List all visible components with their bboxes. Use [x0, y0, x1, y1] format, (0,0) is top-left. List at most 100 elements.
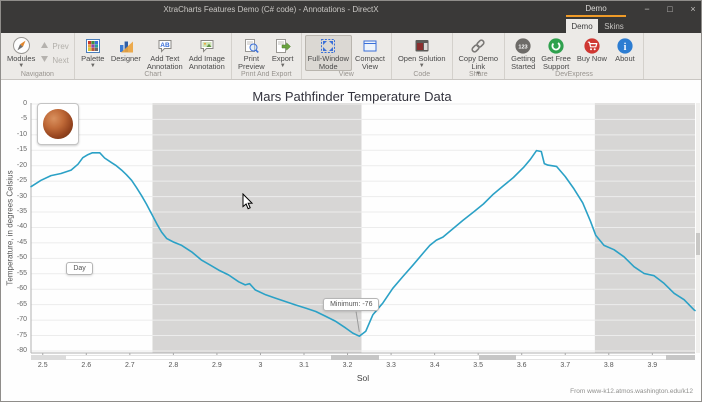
x-tick-label: 3	[259, 362, 263, 369]
y-tick-label: -15	[3, 146, 27, 153]
ribbon-caption: Demo	[566, 4, 626, 13]
window-controls: − □ ×	[640, 3, 700, 16]
x-tick-label: 2.8	[169, 362, 179, 369]
compact-view-icon	[361, 36, 379, 55]
open-solution-label: Open Solution	[398, 55, 446, 63]
x-tick-label: 2.9	[212, 362, 222, 369]
h-scrollbar-thumb[interactable]	[666, 355, 695, 360]
full-window-mode-icon	[319, 36, 337, 55]
palette-label: Palette	[81, 55, 104, 63]
x-tick-label: 3.3	[386, 362, 396, 369]
about-label: About	[615, 55, 635, 63]
mars-planet-image	[43, 109, 73, 139]
x-tick-label: 2.5	[38, 362, 48, 369]
ribbon-toolbar: Modules▼PrevNextNavigationPalette▼Design…	[1, 33, 702, 80]
x-tick-label: 3.9	[647, 362, 657, 369]
svg-text:123: 123	[519, 44, 528, 50]
buy-now-label: Buy Now	[577, 55, 607, 63]
x-tick-label: 3.7	[560, 362, 570, 369]
x-axis-title: Sol	[31, 373, 695, 383]
y-tick-label: 0	[3, 100, 27, 107]
full-window-mode-button[interactable]: Full-Window Mode	[305, 35, 352, 71]
next-button[interactable]: Next	[38, 55, 70, 65]
prev-label: Prev	[52, 42, 68, 51]
ribbon-group-label: Code	[392, 71, 452, 78]
ribbon-group-label: View	[302, 71, 391, 78]
ribbon-group-devexpress: 123Getting StartedGet Free Support Buy No…	[505, 33, 644, 79]
next-label: Next	[52, 56, 68, 65]
h-scrollbar-thumb[interactable]	[331, 355, 379, 360]
y-tick-label: -80	[3, 347, 27, 354]
ribbon-group-label: DevExpress	[505, 71, 643, 78]
add-text-annotation-icon: AB	[156, 36, 174, 55]
modules-icon	[12, 36, 31, 55]
y-tick-label: -20	[3, 162, 27, 169]
x-tick-label: 3.2	[343, 362, 353, 369]
nav-prev-next-stack: Prev Next	[38, 35, 70, 65]
y-tick-label: -70	[3, 316, 27, 323]
palette-button[interactable]: Palette▼	[78, 35, 108, 69]
copy-demo-link-icon	[469, 36, 487, 55]
get-free-support-button[interactable]: Get Free Support	[538, 35, 574, 71]
minimize-button[interactable]: −	[640, 3, 654, 16]
add-text-annotation-label: Add Text Annotation	[147, 55, 183, 71]
ribbon-group-navigation: Modules▼ Prev Next Navigation	[1, 33, 75, 79]
maximize-button[interactable]: □	[663, 3, 677, 16]
source-note: From www-k12.atmos.washington.edu/k12	[570, 388, 693, 395]
open-solution-icon	[413, 36, 431, 55]
print-preview-icon	[242, 36, 260, 55]
day-annotation[interactable]: Day	[66, 262, 92, 275]
getting-started-button[interactable]: 123Getting Started	[508, 35, 538, 71]
chart-v-scrollbar[interactable]	[696, 103, 700, 353]
ribbon-caption-accent	[566, 15, 626, 17]
export-dropdown-arrow-icon: ▼	[280, 64, 286, 69]
get-free-support-label: Get Free Support	[541, 55, 571, 71]
add-image-annotation-icon	[198, 36, 216, 55]
palette-icon	[84, 36, 102, 55]
ribbon-group-share: Copy Demo Link▼Share	[453, 33, 506, 79]
add-text-annotation-button[interactable]: AB Add Text Annotation	[144, 35, 186, 71]
get-free-support-icon	[547, 36, 565, 55]
y-tick-label: -5	[3, 115, 27, 122]
tab-skins[interactable]: Skins	[599, 19, 629, 33]
print-preview-button[interactable]: Print Preview	[235, 35, 268, 71]
x-tick-label: 2.6	[81, 362, 91, 369]
buy-now-button[interactable]: Buy Now	[574, 35, 610, 63]
about-button[interactable]: iAbout	[610, 35, 640, 63]
prev-button[interactable]: Prev	[38, 41, 70, 51]
y-tick-label: -65	[3, 301, 27, 308]
close-button[interactable]: ×	[686, 3, 700, 16]
export-icon	[274, 36, 292, 55]
mars-image-annotation[interactable]	[37, 103, 79, 145]
h-scrollbar-thumb[interactable]	[31, 355, 66, 360]
x-tick-label: 3.4	[430, 362, 440, 369]
export-label: Export	[272, 55, 294, 63]
chart-h-scrollbar[interactable]	[31, 355, 695, 360]
prev-icon	[40, 41, 49, 51]
y-tick-label: -75	[3, 332, 27, 339]
ribbon-group-view: Full-Window ModeCompact ViewView	[302, 33, 392, 79]
minimum-annotation[interactable]: Minimum: -76	[323, 298, 379, 311]
getting-started-icon: 123	[514, 36, 532, 55]
svg-text:AB: AB	[160, 41, 170, 48]
add-image-annotation-button[interactable]: Add Image Annotation	[186, 35, 228, 71]
modules-button[interactable]: Modules▼	[4, 35, 38, 69]
compact-view-button[interactable]: Compact View	[352, 35, 388, 71]
ribbon-group-label: Navigation	[1, 71, 74, 78]
tab-demo[interactable]: Demo	[566, 19, 598, 33]
buy-now-icon	[583, 36, 601, 55]
app-window: XtraCharts Features Demo (C# code) - Ann…	[0, 0, 702, 402]
designer-button[interactable]: Designer	[108, 35, 144, 63]
x-tick-label: 3.8	[604, 362, 614, 369]
h-scrollbar-thumb[interactable]	[479, 355, 516, 360]
title-bar: XtraCharts Features Demo (C# code) - Ann…	[1, 1, 702, 19]
export-button[interactable]: Export▼	[268, 35, 298, 69]
compact-view-label: Compact View	[355, 55, 385, 71]
window-title: XtraCharts Features Demo (C# code) - Ann…	[41, 5, 501, 14]
y-tick-label: -60	[3, 285, 27, 292]
y-tick-label: -10	[3, 131, 27, 138]
open-solution-button[interactable]: Open Solution▼	[395, 35, 449, 69]
print-preview-label: Print Preview	[238, 55, 265, 71]
tab-strip: Demo Skins	[1, 19, 702, 33]
v-scrollbar-thumb[interactable]	[696, 233, 700, 255]
